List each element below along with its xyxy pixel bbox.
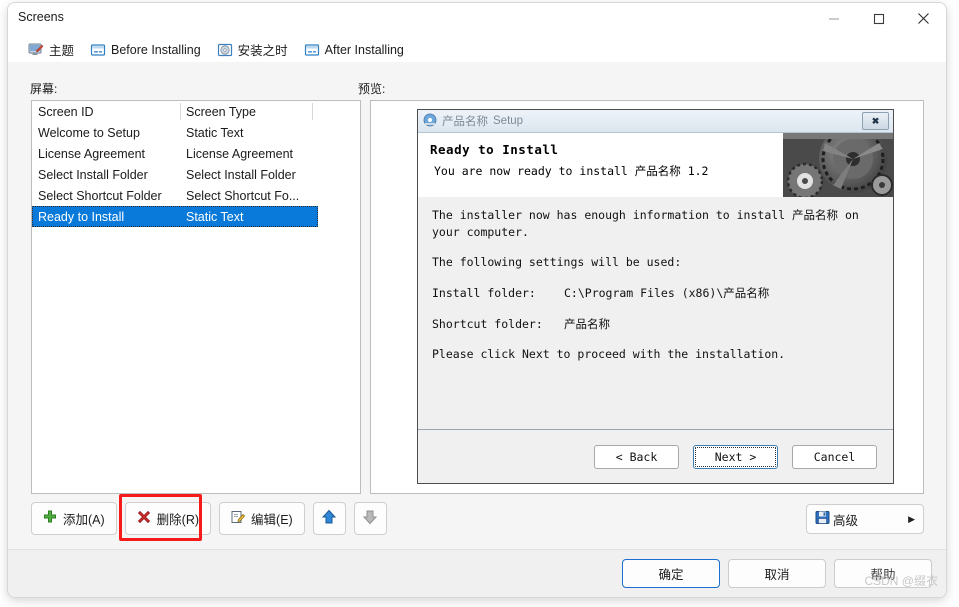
list-item[interactable]: Select Install Folder Select Install Fol… (32, 164, 360, 185)
installer-app-icon (423, 113, 437, 130)
gears-photo (783, 133, 893, 197)
window-icon (304, 42, 320, 58)
window-title: Screens (18, 10, 64, 24)
list-item[interactable]: License Agreement License Agreement (32, 143, 360, 164)
screens-window: Screens 主题 Before Installing 安装之时 After … (7, 2, 947, 598)
installer-setting-row: Install folder: C:\Program Files (x86)\产… (432, 285, 879, 302)
arrow-down-icon (362, 509, 378, 528)
column-divider (312, 103, 313, 120)
cell-screen-type: Select Shortcut Fo... (186, 188, 300, 203)
cell-screen-id: License Agreement (38, 146, 146, 161)
move-up-button[interactable] (312, 502, 346, 535)
delete-button-label: 删除(R) (156, 513, 200, 527)
theme-icon (28, 42, 44, 58)
tab-after-installing[interactable]: After Installing (296, 36, 413, 62)
ok-button[interactable]: 确定 (622, 559, 720, 588)
tab-theme[interactable]: 主题 (21, 36, 84, 62)
add-button[interactable]: 添加(A) (31, 502, 117, 535)
red-x-icon (137, 510, 151, 527)
tab-label: 主题 (49, 44, 75, 58)
title-bar: Screens (8, 3, 946, 34)
dialog-footer: 确定 取消 帮助 CSDN @缀衣 (8, 549, 946, 597)
installer-body: The installer now has enough information… (418, 197, 893, 428)
maximize-button[interactable] (856, 3, 901, 34)
list-item[interactable]: Select Shortcut Folder Select Shortcut F… (32, 185, 360, 206)
tab-label: Before Installing (111, 42, 201, 57)
column-header-screen-id[interactable]: Screen ID (38, 105, 186, 119)
delete-button-highlight-wrapper: 删除(R) (118, 494, 212, 541)
column-header-screen-type[interactable]: Screen Type (186, 105, 311, 119)
cell-screen-type: License Agreement (186, 146, 294, 161)
content-area: 屏幕: 预览: Screen ID Screen Type Welcome to… (8, 62, 946, 550)
installer-setting-row: Shortcut folder: 产品名称 (432, 316, 879, 333)
cell-screen-id: Welcome to Setup (38, 125, 140, 140)
installer-preview: 产品名称 Setup ✖ Ready to Install You are no… (417, 109, 894, 484)
caret-right-icon: ▶ (908, 513, 915, 524)
setting-value: C:\Program Files (x86)\产品名称 (564, 286, 770, 301)
list-item-selected[interactable]: Ready to Install Static Text (32, 206, 318, 227)
installer-title-suffix: Setup (493, 115, 524, 127)
installer-outro-text: Please click Next to proceed with the in… (432, 347, 786, 362)
installer-settings-label: The following settings will be used: (432, 255, 682, 270)
list-header-row: Screen ID Screen Type (32, 101, 360, 122)
cell-screen-id: Ready to Install (38, 209, 125, 224)
installer-back-button[interactable]: < Back (594, 444, 679, 469)
advanced-button[interactable]: 高级 ▶ (806, 504, 924, 534)
list-toolbar: 添加(A) 删除(R) 编辑(E) (31, 494, 387, 541)
installer-title-bar: 产品名称 Setup ✖ (418, 110, 893, 133)
disc-icon (217, 42, 233, 58)
cell-screen-id: Select Shortcut Folder (38, 188, 162, 203)
floppy-disk-icon (815, 510, 830, 528)
setting-value: 产品名称 (564, 316, 610, 331)
delete-button[interactable]: 删除(R) (124, 502, 212, 535)
tab-label: 安装之时 (237, 44, 288, 58)
installer-intro-text: The installer now has enough information… (432, 208, 859, 239)
setting-key: Shortcut folder: (432, 316, 543, 331)
installer-cancel-button[interactable]: Cancel (792, 444, 877, 469)
list-item[interactable]: Welcome to Setup Static Text (32, 122, 360, 143)
advanced-button-label: 高级 (833, 513, 859, 528)
arrow-up-icon (321, 509, 337, 528)
tab-during-installing[interactable]: 安装之时 (209, 36, 297, 62)
move-down-button[interactable] (353, 502, 387, 535)
installer-title-product: 产品名称 (442, 116, 488, 128)
cell-screen-type: Static Text (186, 209, 244, 224)
setting-key: Install folder: (432, 286, 536, 301)
screens-list[interactable]: Screen ID Screen Type Welcome to Setup S… (31, 100, 361, 494)
plus-icon (43, 510, 57, 527)
cell-screen-id: Select Install Folder (38, 167, 148, 182)
installer-header-title: Ready to Install (430, 142, 559, 157)
tab-label: After Installing (324, 42, 404, 57)
tab-before-installing[interactable]: Before Installing (83, 36, 210, 62)
minimize-button[interactable] (811, 3, 856, 34)
installer-close-icon[interactable]: ✖ (862, 112, 889, 130)
edit-pencil-icon (231, 510, 246, 527)
help-button[interactable]: 帮助 (834, 559, 932, 588)
tab-strip: 主题 Before Installing 安装之时 After Installi… (8, 34, 946, 62)
cancel-button[interactable]: 取消 (728, 559, 826, 588)
installer-header-subtitle: You are now ready to install 产品名称 1.2 (434, 164, 709, 178)
preview-panel: 产品名称 Setup ✖ Ready to Install You are no… (370, 100, 924, 494)
edit-button-label: 编辑(E) (251, 513, 293, 527)
preview-label: 预览: (358, 82, 386, 96)
window-icon (90, 42, 106, 58)
installer-next-button[interactable]: Next > (693, 444, 778, 469)
dialog-body: 屏幕: 预览: Screen ID Screen Type Welcome to… (8, 62, 946, 597)
add-button-label: 添加(A) (63, 513, 105, 527)
installer-footer: < Back Next > Cancel (418, 429, 893, 483)
edit-button[interactable]: 编辑(E) (219, 502, 305, 535)
screens-label: 屏幕: (30, 82, 58, 96)
window-controls (811, 3, 946, 34)
cell-screen-type: Select Install Folder (186, 167, 296, 182)
cell-screen-type: Static Text (186, 125, 244, 140)
installer-header: Ready to Install You are now ready to in… (418, 133, 893, 198)
close-button[interactable] (901, 3, 946, 34)
